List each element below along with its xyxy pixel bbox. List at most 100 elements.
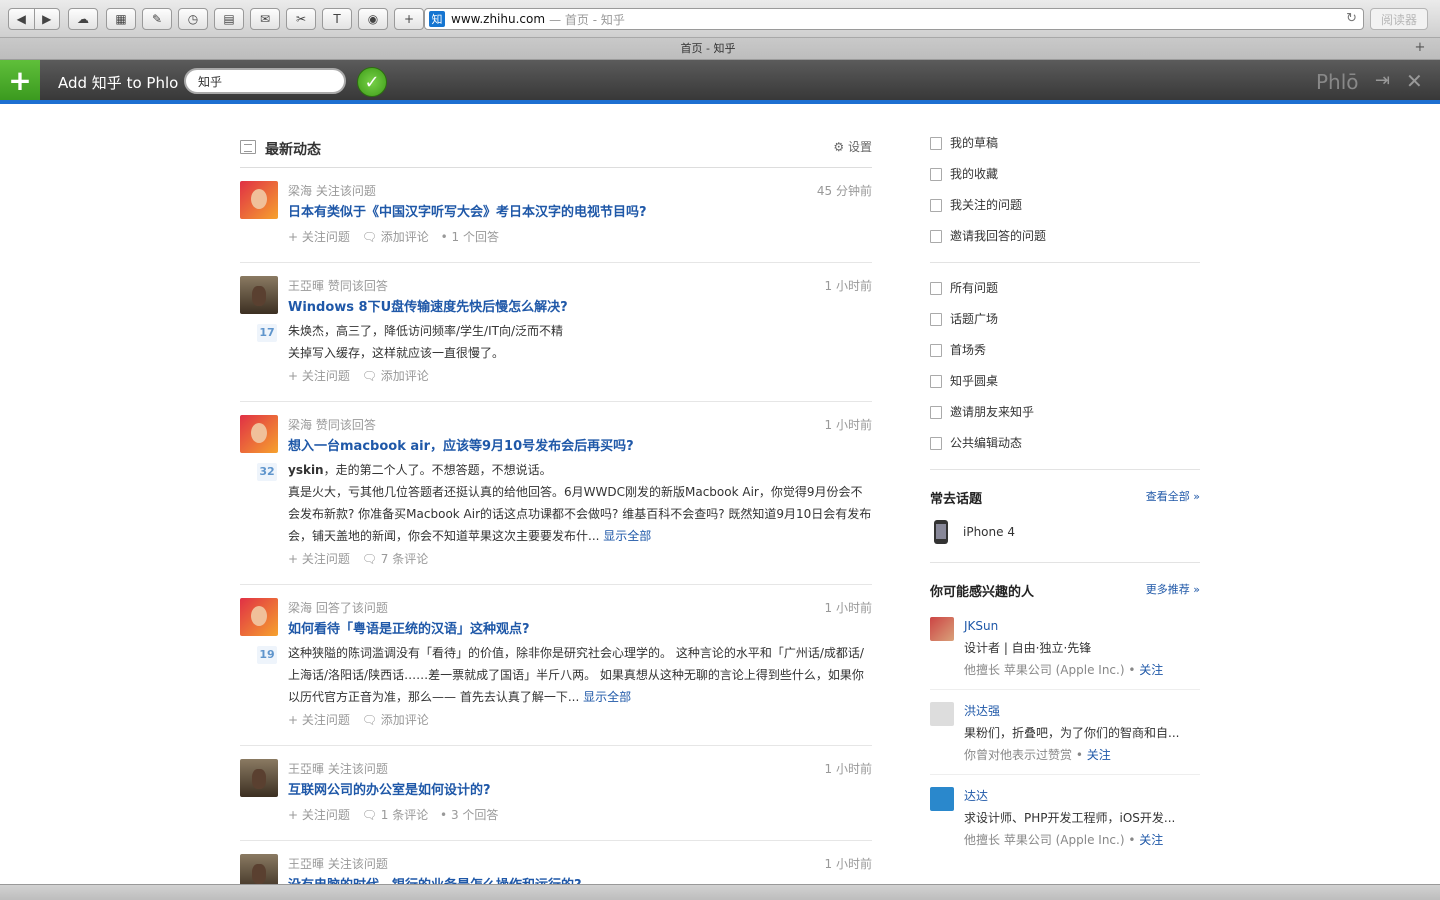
feed-item: 王亞暉 赞同该回答 1 小时前 Windows 8下U盘传输速度先快后慢怎么解决… xyxy=(240,263,872,402)
follow-button[interactable]: 关注 xyxy=(1139,833,1163,847)
show-all-link[interactable]: 显示全部 xyxy=(583,690,631,704)
url-host: www.zhihu.com xyxy=(451,12,546,26)
feed-item-time: 1 小时前 xyxy=(824,418,872,432)
new-tab-button[interactable]: + xyxy=(1408,40,1432,58)
question-link[interactable]: Windows 8下U盘传输速度先快后慢怎么解决? xyxy=(288,296,872,320)
add-bookmark-button[interactable]: + xyxy=(394,8,424,30)
tab-bar: 首页 - 知乎 + xyxy=(0,38,1440,60)
follow-question-button[interactable]: + 关注问题 xyxy=(288,713,350,727)
follow-question-button[interactable]: + 关注问题 xyxy=(288,230,350,244)
history-button[interactable]: ◷ xyxy=(178,8,208,30)
feed-item-time: 45 分钟前 xyxy=(816,184,872,198)
follow-button[interactable]: 关注 xyxy=(1139,663,1163,677)
avatar[interactable] xyxy=(240,276,278,314)
question-link[interactable]: 互联网公司的办公室是如何设计的? xyxy=(288,779,872,803)
phlo-add-label: Add 知乎 to Phlo xyxy=(58,74,179,92)
question-link[interactable]: 日本有类似于《中国汉字听写大会》考日本汉字的电视节目吗? xyxy=(288,201,872,225)
phlo-add-icon[interactable]: + xyxy=(0,60,40,100)
sidebar-item-public-edits[interactable]: 公共编辑动态 xyxy=(930,428,1200,459)
comment-button[interactable]: 🗨 7 条评论 xyxy=(362,552,429,566)
follow-question-button[interactable]: + 关注问题 xyxy=(288,369,350,383)
sidebar-item-drafts[interactable]: 我的草稿 xyxy=(930,128,1200,159)
vote-count-badge[interactable]: 17 xyxy=(257,324,277,342)
icloud-tabs-button[interactable]: ☁ xyxy=(68,8,98,30)
sidebar-item-showcase[interactable]: 首场秀 xyxy=(930,335,1200,366)
back-forward-buttons[interactable]: ◀ ▶ xyxy=(8,8,60,30)
vote-count-badge[interactable]: 19 xyxy=(257,646,277,664)
sidebar-item-followed-questions[interactable]: 我关注的问题 xyxy=(930,190,1200,221)
phlo-close-icon[interactable]: ✕ xyxy=(1406,69,1423,93)
table-icon xyxy=(930,375,942,388)
person-name[interactable]: 洪达强 xyxy=(964,700,1200,722)
sidebar-item-collections[interactable]: 我的收藏 xyxy=(930,159,1200,190)
person-bio: 求设计师、PHP开发工程师，iOS开发... xyxy=(964,811,1176,825)
reader-button[interactable]: 阅读器 xyxy=(1370,8,1428,30)
screenshot-button[interactable]: ◉ xyxy=(358,8,388,30)
avatar[interactable] xyxy=(240,415,278,453)
feed-settings-button[interactable]: ⚙ 设置 xyxy=(833,138,872,155)
phlo-confirm-icon[interactable]: ✓ xyxy=(357,67,387,97)
avatar[interactable] xyxy=(240,759,278,797)
follow-button[interactable]: 关注 xyxy=(1087,748,1111,762)
sidebar-item-invited-questions[interactable]: 邀请我回答的问题 xyxy=(930,221,1200,252)
view-all-topics-link[interactable]: 查看全部 » xyxy=(1146,488,1200,504)
feed-item-actions: + 关注问题 🗨 7 条评论 xyxy=(288,547,872,571)
feed-item-actions: + 关注问题 🗨 添加评论 • 1 个回答 xyxy=(288,225,872,249)
avatar[interactable] xyxy=(930,787,954,811)
follow-question-button[interactable]: + 关注问题 xyxy=(288,552,350,566)
feed-item: 梁海 关注该问题 45 分钟前 日本有类似于《中国汉字听写大会》考日本汉字的电视… xyxy=(240,168,872,263)
comment-button[interactable]: 🗨 添加评论 xyxy=(362,369,429,383)
answer-count-link[interactable]: • 3 个回答 xyxy=(440,808,498,822)
answer-author[interactable]: yskin xyxy=(288,463,324,477)
show-all-link[interactable]: 显示全部 xyxy=(603,529,651,543)
reload-icon[interactable]: ↻ xyxy=(1346,11,1357,26)
comment-button[interactable]: 🗨 添加评论 xyxy=(362,713,429,727)
question-link[interactable]: 想入一台macbook air，应该等9月10号发布会后再买吗? xyxy=(288,435,872,459)
people-header: 你可能感兴趣的人 更多推荐 » xyxy=(930,563,1200,605)
person-item: 洪达强 果粉们，折叠吧，为了你们的智商和自... 你曾对他表示过赞赏 • 关注 xyxy=(930,690,1200,775)
phlo-name-input[interactable] xyxy=(184,68,346,94)
more-recommendations-link[interactable]: 更多推荐 » xyxy=(1146,581,1200,597)
follow-question-button[interactable]: + 关注问题 xyxy=(288,808,350,822)
person-bio: 设计者 | 自由·独立·先锋 xyxy=(964,641,1092,655)
phlo-signout-icon[interactable]: ⇥ xyxy=(1375,70,1390,91)
feed-item-time: 1 小时前 xyxy=(824,762,872,776)
comment-icon: 🗨 xyxy=(361,808,381,822)
feed-item-actions: + 关注问题 🗨 添加评论 xyxy=(288,364,872,388)
question-link[interactable]: 如何看待「粤语是正统的汉语」这种观点? xyxy=(288,618,872,642)
sidebar-item-topic-square[interactable]: 话题广场 xyxy=(930,304,1200,335)
topic-item[interactable]: iPhone 4 xyxy=(930,512,1200,552)
avatar[interactable] xyxy=(930,617,954,641)
mail-button[interactable]: ✉ xyxy=(250,8,280,30)
feed-title: 最新动态 xyxy=(265,142,321,158)
sidebar-item-roundtable[interactable]: 知乎圆桌 xyxy=(930,366,1200,397)
comment-button[interactable]: 🗨 添加评论 xyxy=(362,230,429,244)
avatar[interactable] xyxy=(930,702,954,726)
feed-item-meta: 梁海 回答了该问题 xyxy=(288,601,388,615)
wand-icon: ✂ xyxy=(295,12,307,26)
sidebar-item-invite-friends[interactable]: 邀请朋友来知乎 xyxy=(930,397,1200,428)
edit-button[interactable]: ✎ xyxy=(142,8,172,30)
back-icon[interactable]: ◀ xyxy=(9,12,34,26)
phlo-bar: + Add 知乎 to Phlo ✓ Phlō ⇥ ✕ xyxy=(0,60,1440,104)
forward-icon[interactable]: ▶ xyxy=(35,12,60,26)
sidebar-item-all-questions[interactable]: 所有问题 xyxy=(930,273,1200,304)
top-sites-button[interactable]: ▦ xyxy=(106,8,136,30)
tab-current[interactable]: 首页 - 知乎 xyxy=(8,38,1408,60)
comment-icon: 🗨 xyxy=(361,369,381,383)
avatar[interactable] xyxy=(240,181,278,219)
reading-list-button[interactable]: ▤ xyxy=(214,8,244,30)
comment-icon: 🗨 xyxy=(361,713,381,727)
avatar[interactable] xyxy=(240,598,278,636)
feed-item: 梁海 回答了该问题 1 小时前 如何看待「粤语是正统的汉语」这种观点? 19 这… xyxy=(240,585,872,746)
vote-count-badge[interactable]: 32 xyxy=(257,463,277,481)
person-name[interactable]: 达达 xyxy=(964,785,1200,807)
tools-button[interactable]: ✂ xyxy=(286,8,316,30)
person-name[interactable]: JKSun xyxy=(964,615,1200,637)
comment-button[interactable]: 🗨 1 条评论 xyxy=(362,808,429,822)
pencil-icon: ✎ xyxy=(151,12,163,26)
text-button[interactable]: T xyxy=(322,8,352,30)
comment-icon: 🗨 xyxy=(361,552,381,566)
address-bar[interactable]: 知 www.zhihu.com — 首页 - 知乎 ↻ xyxy=(424,8,1364,30)
answer-count-link[interactable]: • 1 个回答 xyxy=(441,230,499,244)
